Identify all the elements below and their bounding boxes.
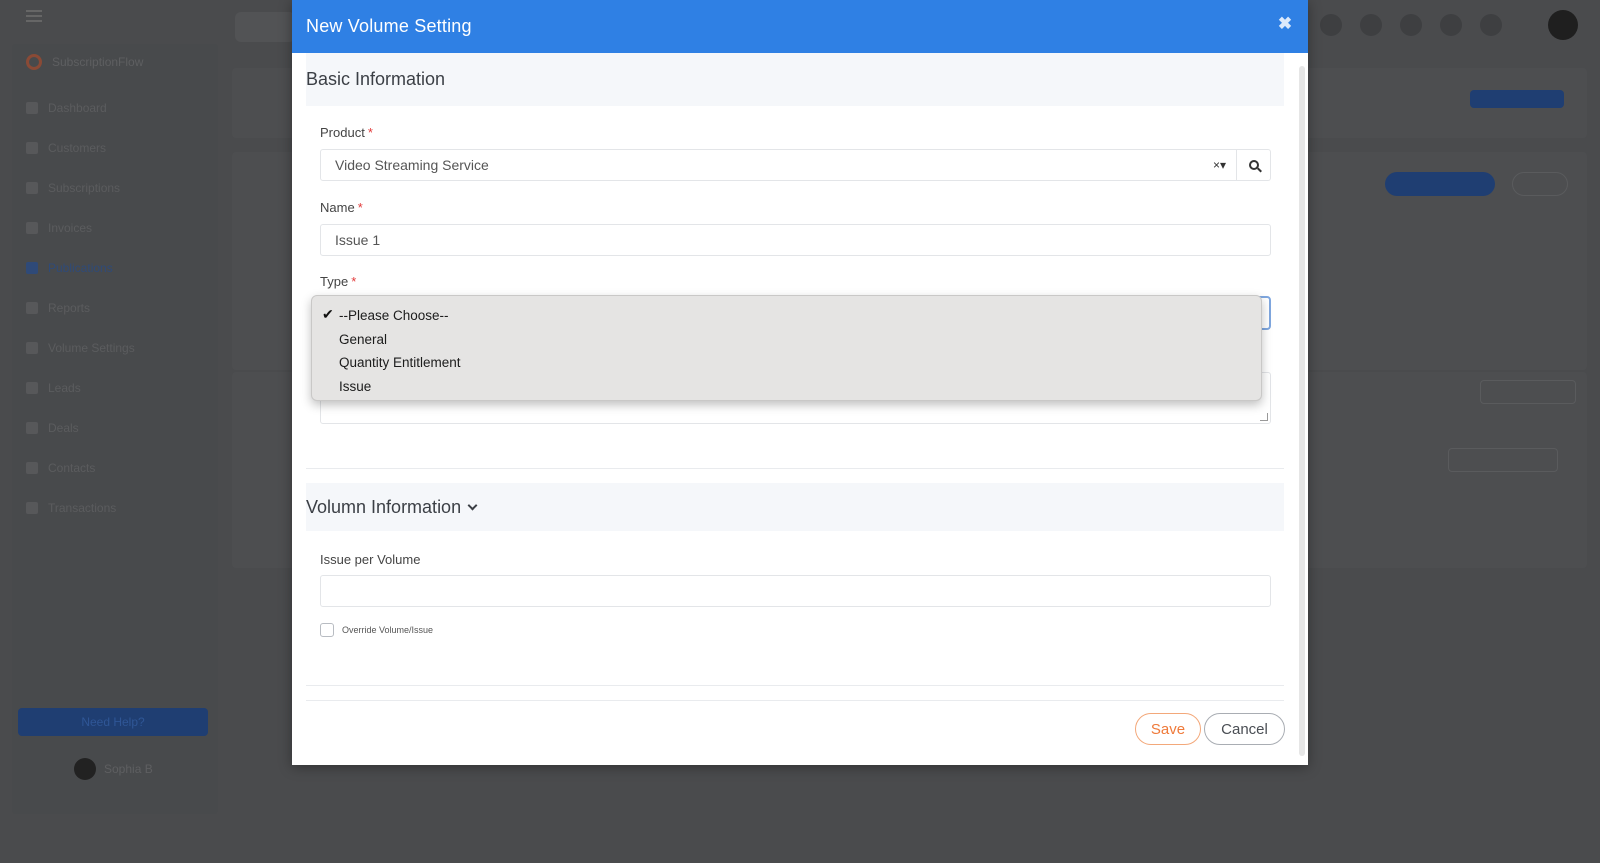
sidebar-item-deals[interactable]: Deals (26, 408, 206, 448)
type-label: Type * (320, 274, 357, 289)
product-search-button[interactable] (1237, 149, 1271, 181)
clear-icon[interactable]: ×▾ (1213, 158, 1226, 172)
transactions-icon (26, 502, 38, 514)
sidebar-item-subscriptions[interactable]: Subscriptions (26, 168, 206, 208)
leads-icon (26, 382, 38, 394)
save-button[interactable]: Save (1135, 713, 1201, 745)
top-search-input[interactable] (235, 12, 295, 42)
notification-icon[interactable] (1320, 14, 1342, 36)
sidebar-list: Dashboard Customers Subscriptions Invoic… (26, 88, 206, 528)
sidebar: SubscriptionFlow Dashboard Customers Sub… (12, 44, 218, 814)
name-label: Name * (320, 200, 363, 215)
cancel-button[interactable]: Cancel (1204, 713, 1285, 745)
sidebar-item-customers[interactable]: Customers (26, 128, 206, 168)
user-avatar (74, 758, 96, 780)
sidebar-item-publications[interactable]: Publications (26, 248, 206, 288)
new-volume-setting-modal: New Volume Setting ✖ Basic Information P… (292, 0, 1308, 765)
resize-handle-icon[interactable] (1260, 413, 1268, 421)
product-select[interactable]: Video Streaming Service ×▾ (320, 149, 1237, 181)
help-icon[interactable] (1440, 14, 1462, 36)
invoices-icon (26, 222, 38, 234)
type-option-please-choose[interactable]: ✔ --Please Choose-- (312, 304, 1261, 328)
type-option-issue[interactable]: Issue (312, 375, 1261, 399)
name-input[interactable]: Issue 1 (320, 224, 1271, 256)
customers-icon (26, 142, 38, 154)
checkmark-icon: ✔ (322, 306, 334, 322)
sidebar-item-volume-settings[interactable]: Volume Settings (26, 328, 206, 368)
modal-scrollbar[interactable] (1294, 53, 1308, 765)
override-volume-issue-label: Override Volume/Issue (342, 625, 434, 635)
sidebar-item-contacts[interactable]: Contacts (26, 448, 206, 488)
modal-header: New Volume Setting ✖ (292, 0, 1308, 53)
subscriptions-icon (26, 182, 38, 194)
sidebar-item-reports[interactable]: Reports (26, 288, 206, 328)
close-icon[interactable]: ✖ (1276, 15, 1294, 33)
create-button[interactable] (1385, 172, 1495, 196)
chevron-down-icon (467, 500, 478, 510)
menu-icon[interactable] (26, 10, 42, 22)
search-icon (1248, 160, 1259, 170)
contacts-icon (26, 462, 38, 474)
deals-icon (26, 422, 38, 434)
override-volume-issue-row: Override Volume/Issue (320, 623, 433, 637)
configure-button[interactable] (1480, 380, 1576, 404)
sidebar-item-transactions[interactable]: Transactions (26, 488, 206, 528)
avatar[interactable] (1548, 10, 1578, 40)
top-icon-group (1320, 14, 1502, 36)
list-button[interactable] (1512, 172, 1568, 196)
user-name: Sophia B (104, 762, 153, 776)
type-dropdown-menu: ✔ --Please Choose-- General Quantity Ent… (311, 295, 1262, 401)
publications-icon (26, 262, 38, 274)
apps-icon[interactable] (1480, 14, 1502, 36)
dashboard-icon (26, 102, 38, 114)
brand-logo-icon (26, 54, 42, 70)
volume-settings-icon (26, 342, 38, 354)
modal-title: New Volume Setting (306, 16, 472, 36)
basic-information-heading: Basic Information (306, 53, 1284, 106)
volumn-information-heading[interactable]: Volumn Information (306, 483, 1284, 531)
footer-divider (306, 685, 1284, 686)
brand-name: SubscriptionFlow (52, 55, 144, 69)
required-mark: * (367, 125, 373, 140)
type-option-general[interactable]: General (312, 328, 1261, 352)
section-divider (306, 468, 1284, 469)
sidebar-item-invoices[interactable]: Invoices (26, 208, 206, 248)
required-mark: * (351, 274, 357, 289)
reports-icon (26, 302, 38, 314)
need-help-button[interactable]: Need Help? (18, 708, 208, 736)
user-row[interactable]: Sophia B (74, 758, 153, 780)
issue-per-volume-input[interactable] (320, 575, 1271, 607)
shortcut-icon[interactable] (1360, 14, 1382, 36)
override-volume-issue-checkbox[interactable] (320, 623, 334, 637)
sidebar-item-leads[interactable]: Leads (26, 368, 206, 408)
brand: SubscriptionFlow (26, 54, 143, 70)
type-option-quantity-entitlement[interactable]: Quantity Entitlement (312, 351, 1261, 375)
settings-icon[interactable] (1400, 14, 1422, 36)
required-mark: * (357, 200, 363, 215)
edit-columns-button[interactable] (1448, 448, 1558, 472)
footer-divider-2 (306, 700, 1284, 701)
issue-per-volume-label: Issue per Volume (320, 552, 421, 567)
scrollbar-thumb[interactable] (1299, 66, 1305, 756)
publication-badge[interactable] (1470, 90, 1564, 108)
product-label: Product * (320, 125, 373, 140)
sidebar-item-dashboard[interactable]: Dashboard (26, 88, 206, 128)
